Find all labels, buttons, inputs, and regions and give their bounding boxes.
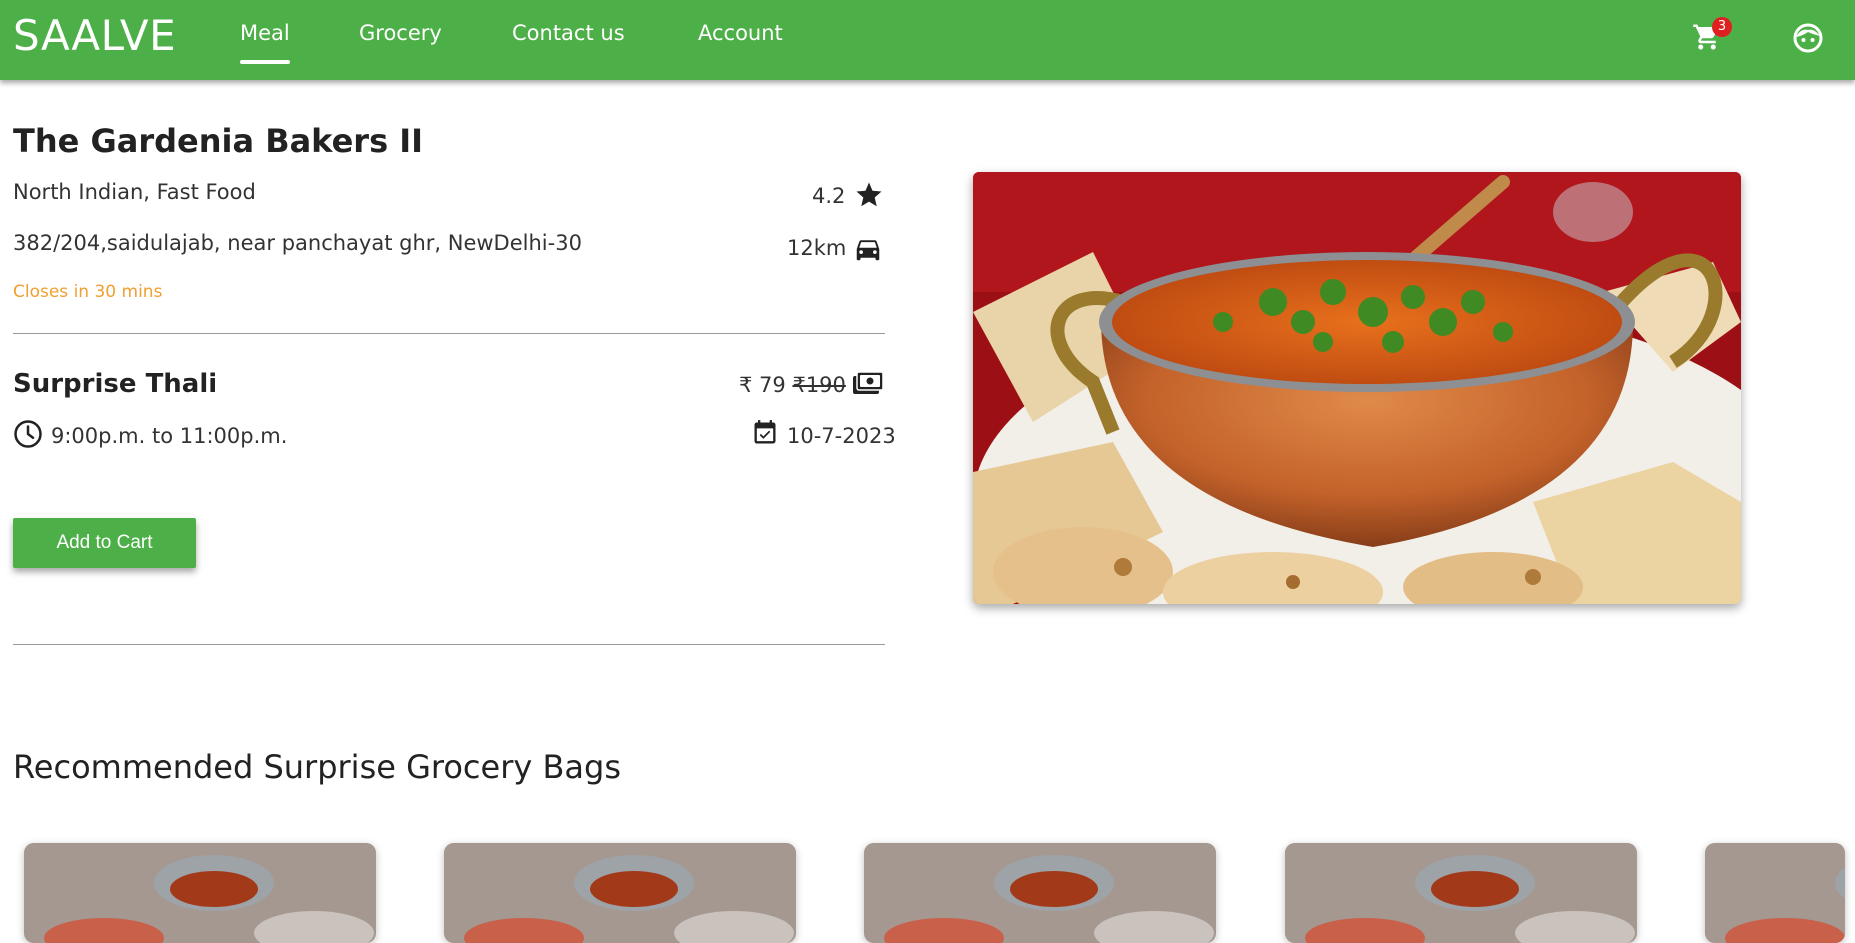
store-rating: 4.2 [812, 184, 846, 208]
money-icon [853, 371, 884, 394]
recommendation-card[interactable] [864, 843, 1216, 943]
profile-button[interactable] [1792, 22, 1826, 56]
recommendations-title: Recommended Surprise Grocery Bags [13, 748, 622, 786]
store-address: 382/204,saidulajab, near panchayat ghr, … [13, 231, 582, 255]
recommendation-card[interactable] [1705, 843, 1845, 943]
nav-contact-us[interactable]: Contact us [512, 21, 625, 45]
grocery-bag-photo [444, 843, 796, 943]
divider [13, 333, 885, 334]
nav-account[interactable]: Account [698, 21, 783, 45]
grocery-bag-photo [24, 843, 376, 943]
meal-name: Surprise Thali [13, 369, 218, 399]
grocery-bag-photo [864, 843, 1216, 943]
meal-original-price: ₹190 [792, 373, 846, 397]
store-distance: 12km [787, 236, 847, 260]
brand-logo[interactable]: SAALVE [13, 11, 176, 60]
nav-grocery[interactable]: Grocery [359, 21, 442, 45]
nav-meal[interactable]: Meal [240, 21, 290, 64]
store-name: The Gardenia Bakers II [13, 122, 424, 160]
recommendation-card[interactable] [444, 843, 796, 943]
grocery-bag-photo [1705, 843, 1845, 943]
pickup-time: 9:00p.m. to 11:00p.m. [51, 424, 288, 448]
meal-current-price: ₹ 79 [739, 373, 786, 397]
pickup-date: 10-7-2023 [787, 424, 896, 448]
closing-note: Closes in 30 mins [13, 282, 163, 302]
calendar-check-icon [754, 420, 776, 444]
clock-icon [14, 420, 42, 448]
recommendation-card[interactable] [1285, 843, 1637, 943]
star-icon [856, 182, 882, 207]
face-icon [1793, 23, 1823, 53]
store-cuisine: North Indian, Fast Food [13, 180, 256, 204]
meal-price: ₹ 79 ₹190 [739, 373, 846, 397]
grocery-bag-photo [1285, 843, 1637, 943]
meal-photo [973, 172, 1741, 604]
divider [13, 644, 885, 645]
cart-button[interactable]: 3 [1692, 17, 1732, 56]
cart-count-badge: 3 [1712, 17, 1732, 37]
car-icon [856, 240, 880, 261]
recommendation-card[interactable] [24, 843, 376, 943]
add-to-cart-button[interactable]: Add to Cart [13, 518, 196, 568]
top-navigation-bar: SAALVE Meal Grocery Contact us Account 3 [0, 0, 1855, 80]
